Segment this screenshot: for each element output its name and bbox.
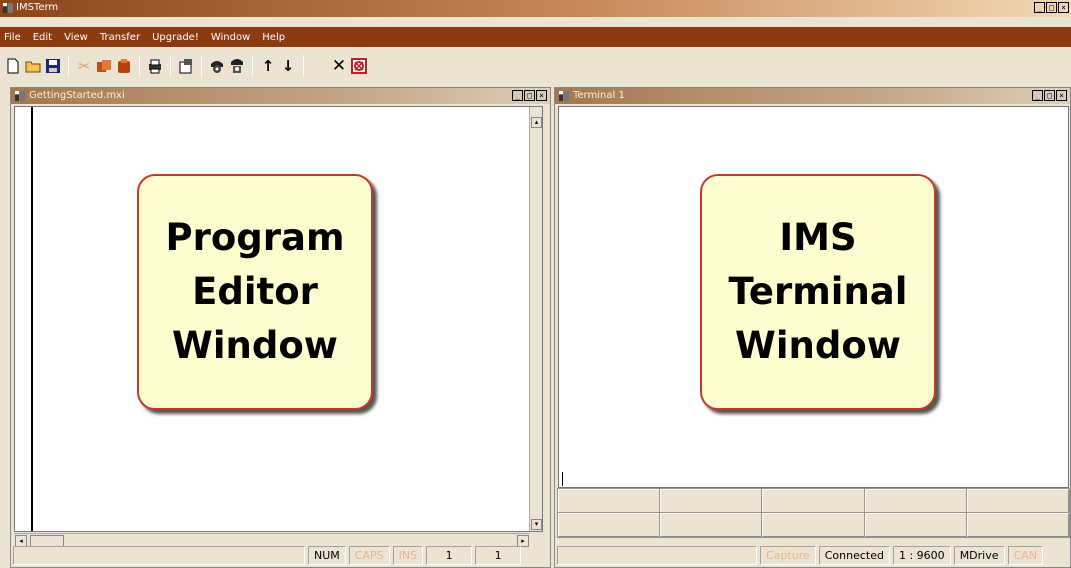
callout-line: IMS — [779, 216, 857, 259]
macro-button-grid — [556, 488, 1070, 538]
menu-window[interactable]: Window — [211, 32, 250, 43]
macro-button[interactable] — [659, 488, 764, 514]
can-indicator: CAN — [1007, 546, 1043, 565]
caps-indicator: CAPS — [348, 546, 390, 565]
editor-titlebar: GettingStarted.mxi _ □ × — [11, 88, 550, 104]
terminal-icon — [559, 91, 569, 101]
close-x-icon[interactable]: ✕ — [330, 55, 348, 77]
dial-phone-icon[interactable] — [208, 55, 226, 77]
terminal-window-controls: _ □ × — [1032, 90, 1067, 101]
program-editor-callout: Program Editor Window — [137, 174, 373, 410]
menu-upgrade[interactable]: Upgrade! — [152, 32, 199, 43]
download-arrow-icon[interactable]: ↓ — [279, 55, 297, 77]
capture-indicator: Capture — [760, 546, 816, 565]
text-cursor — [562, 472, 563, 486]
minimize-icon[interactable]: _ — [1034, 2, 1045, 13]
num-indicator: NUM — [308, 546, 346, 565]
maximize-icon[interactable]: □ — [1046, 2, 1057, 13]
maximize-icon[interactable]: □ — [1044, 90, 1055, 101]
vertical-scrollbar[interactable]: ▴ ▾ — [529, 107, 542, 531]
macro-button[interactable] — [556, 512, 662, 538]
minimize-icon[interactable]: _ — [512, 90, 523, 101]
hangup-phone-icon[interactable] — [228, 55, 246, 77]
toolbar-separator — [303, 54, 304, 77]
callout-line: Editor — [192, 270, 318, 313]
status-message — [13, 546, 305, 565]
editor-window-controls: _ □ × — [512, 90, 547, 101]
toolbar-separator — [201, 54, 202, 77]
program-editor-window: GettingStarted.mxi _ □ × ▴ ▾ ◂ ▸ NUM CAP… — [10, 87, 551, 568]
macro-button[interactable] — [965, 488, 1070, 514]
ins-indicator: INS — [392, 546, 424, 565]
menu-view[interactable]: View — [64, 32, 88, 43]
terminal-window: Terminal 1 _ □ × Capture Connected 1 : 9… — [554, 87, 1071, 568]
cut-scissors-icon[interactable]: ✂ — [75, 55, 93, 77]
app-icon — [3, 3, 13, 13]
baud-rate: 1 : 9600 — [892, 546, 951, 565]
editor-statusbar: NUM CAPS INS 1 1 — [13, 546, 548, 565]
macro-button[interactable] — [761, 512, 866, 538]
scroll-down-icon[interactable]: ▾ — [531, 519, 542, 530]
terminal-titlebar: Terminal 1 _ □ × — [555, 88, 1070, 104]
editor-title: GettingStarted.mxi — [29, 90, 125, 101]
maximize-icon[interactable]: □ — [524, 90, 535, 101]
menu-file[interactable]: File — [4, 32, 21, 43]
macro-button[interactable] — [556, 488, 662, 514]
print-icon[interactable] — [146, 55, 164, 77]
scroll-up-icon[interactable]: ▴ — [531, 117, 542, 128]
toolbar: ✂ ↑ ↓ ✕ — [0, 49, 1071, 82]
macro-button[interactable] — [761, 488, 866, 514]
stop-icon[interactable] — [350, 55, 368, 77]
close-icon[interactable]: × — [536, 90, 547, 101]
macro-button[interactable] — [863, 488, 968, 514]
document-icon — [15, 91, 25, 101]
terminal-title: Terminal 1 — [573, 90, 625, 101]
properties-icon[interactable] — [177, 55, 195, 77]
save-disk-icon[interactable] — [44, 55, 62, 77]
line-number: 1 — [426, 546, 473, 565]
macro-button[interactable] — [863, 512, 968, 538]
close-icon[interactable]: × — [1056, 90, 1067, 101]
copy-icon[interactable] — [95, 55, 113, 77]
horizontal-scrollbar[interactable]: ◂ ▸ — [14, 533, 530, 547]
device-type: MDrive — [953, 546, 1005, 565]
terminal-statusbar: Capture Connected 1 : 9600 MDrive CAN — [557, 546, 1068, 565]
open-folder-icon[interactable] — [24, 55, 42, 77]
close-icon[interactable]: × — [1058, 2, 1069, 13]
toolbar-separator — [252, 54, 253, 77]
callout-line: Window — [735, 324, 901, 367]
app-titlebar: IMSTerm _ □ × — [0, 0, 1071, 17]
menu-bar: File Edit View Transfer Upgrade! Window … — [0, 27, 1071, 47]
connection-status: Connected — [818, 546, 890, 565]
menu-help[interactable]: Help — [262, 32, 285, 43]
callout-line: Window — [172, 324, 338, 367]
macro-button[interactable] — [659, 512, 764, 538]
app-title: IMSTerm — [16, 2, 59, 13]
minimize-icon[interactable]: _ — [1032, 90, 1043, 101]
column-number: 1 — [475, 546, 522, 565]
upload-arrow-icon[interactable]: ↑ — [259, 55, 277, 77]
toolbar-separator — [68, 54, 69, 77]
menu-transfer[interactable]: Transfer — [100, 32, 140, 43]
toolbar-separator — [139, 54, 140, 77]
macro-button[interactable] — [965, 512, 1070, 538]
new-file-icon[interactable] — [4, 55, 22, 77]
toolbar-separator — [170, 54, 171, 77]
ims-terminal-callout: IMS Terminal Window — [700, 174, 936, 410]
status-message — [557, 546, 757, 565]
window-controls: _ □ × — [1034, 2, 1069, 13]
line-gutter — [15, 107, 33, 531]
callout-line: Terminal — [728, 270, 908, 313]
menu-edit[interactable]: Edit — [33, 32, 52, 43]
callout-line: Program — [165, 216, 345, 259]
paste-icon[interactable] — [115, 55, 133, 77]
